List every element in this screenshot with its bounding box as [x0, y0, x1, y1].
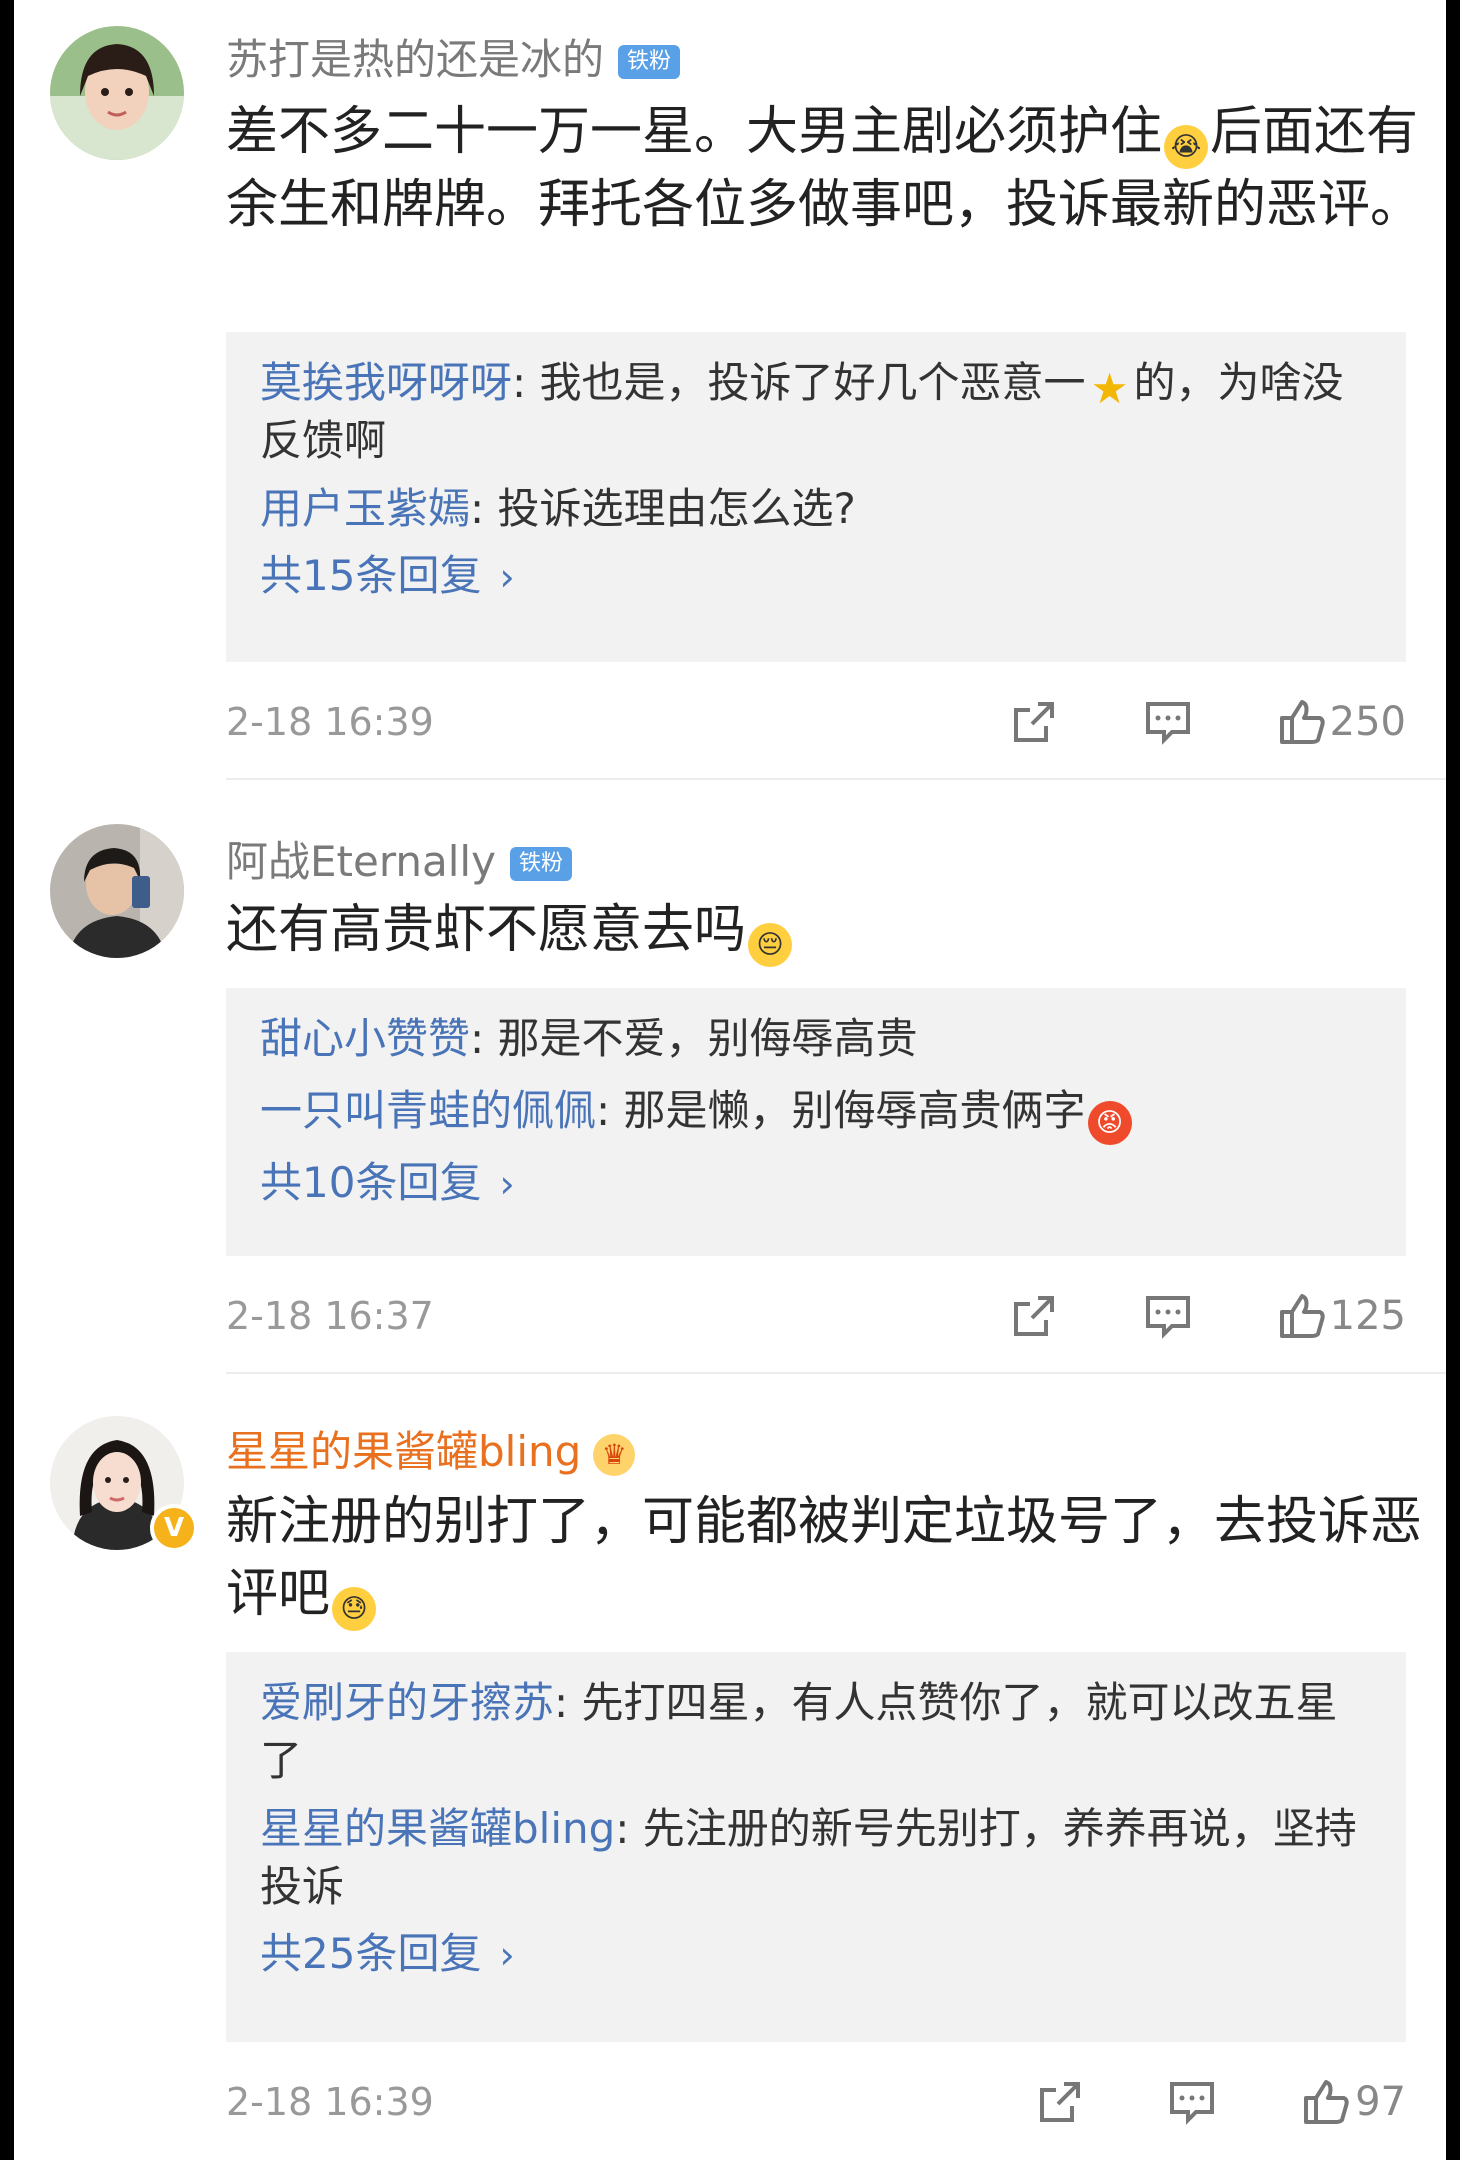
more-replies-link[interactable]: 共15条回复 › [260, 544, 1372, 609]
comment-meta: 2-18 16:39 97 [226, 2072, 1406, 2132]
comment-list: 苏打是热的还是冰的 铁粉 差不多二十一万一星。大男主剧必须护住 😭 后面还有余生和牌牌… [14, 0, 1446, 2160]
reply-box[interactable]: 爱刷牙的牙擦苏: 先打四星，有人点赞你了，就可以改五星了 星星的果酱罐bling… [226, 1652, 1406, 2042]
reply-separator: : [470, 1014, 498, 1063]
more-replies-text[interactable]: 共15条回复 [260, 551, 481, 600]
reply-separator: : [470, 484, 498, 533]
reply-text: 我也是，投诉了好几个恶意一 [539, 358, 1086, 407]
reply-separator: : [596, 1086, 624, 1135]
reply-text: 那是懒，别侮辱高贵俩字 [623, 1086, 1086, 1135]
reply-separator: : [512, 358, 540, 407]
chevron-right-icon: › [499, 555, 515, 599]
reply-box[interactable]: 莫挨我呀呀呀: 我也是，投诉了好几个恶意一 ★ 的，为啥没反馈啊 用户玉紫嫣: 投诉… [226, 332, 1406, 662]
reply-item[interactable]: 莫挨我呀呀呀: 我也是，投诉了好几个恶意一 ★ 的，为啥没反馈啊 [260, 354, 1372, 470]
username-text[interactable]: 星星的果酱罐bling [226, 1427, 581, 1476]
more-replies-link[interactable]: 共25条回复 › [260, 1922, 1372, 1987]
reply-username[interactable]: 莫挨我呀呀呀 [260, 358, 512, 407]
star-icon: ★ [1090, 364, 1129, 413]
reply-username[interactable]: 星星的果酱罐bling [260, 1804, 615, 1853]
reply-item[interactable]: 爱刷牙的牙擦苏: 先打四星，有人点赞你了，就可以改五星了 [260, 1674, 1372, 1790]
reply-username[interactable]: 爱刷牙的牙擦苏 [260, 1678, 554, 1727]
timestamp: 2-18 16:37 [226, 1294, 434, 1338]
like-icon[interactable] [1278, 698, 1326, 746]
like-count: 125 [1329, 1293, 1406, 1339]
like-count: 97 [1355, 2079, 1406, 2125]
username-text[interactable]: 苏打是热的还是冰的 [226, 35, 604, 84]
comment-text: 还有高贵虾不愿意去吗 😔 [226, 894, 1426, 967]
more-replies-text[interactable]: 共25条回复 [260, 1929, 481, 1978]
like-icon[interactable] [1278, 1292, 1326, 1340]
comment-text-part: 还有高贵虾不愿意去吗 [226, 900, 747, 960]
username[interactable]: 阿战Eternally 铁粉 [226, 828, 572, 889]
reply-username[interactable]: 一只叫青蛙的佩佩 [260, 1086, 596, 1135]
reply-username[interactable]: 用户玉紫嫣 [260, 484, 470, 533]
chevron-right-icon: › [499, 1933, 515, 1977]
divider [226, 778, 1446, 780]
timestamp: 2-18 16:39 [226, 700, 434, 744]
divider [226, 1372, 1446, 1374]
reply-separator: : [615, 1804, 643, 1853]
more-replies-link[interactable]: 共10条回复 › [260, 1151, 1372, 1216]
like-icon[interactable] [1302, 2078, 1350, 2126]
username[interactable]: 星星的果酱罐bling ♛ [226, 1418, 636, 1479]
sweat-emoji-icon: 😓 [332, 1587, 377, 1631]
reply-box[interactable]: 甜心小赞赞: 那是不爱，别侮辱高贵 一只叫青蛙的佩佩: 那是懒，别侮辱高贵俩字 😡… [226, 988, 1406, 1256]
comment-icon[interactable] [1144, 1292, 1192, 1340]
comment-text-part: 新注册的别打了，可能都被判定垃圾号了，去投诉恶评吧 [226, 1492, 1423, 1624]
reply-separator: : [554, 1678, 582, 1727]
crown-icon: ♛ [593, 1434, 636, 1476]
reply-text: 投诉选理由怎么选? [497, 484, 856, 533]
reply-item[interactable]: 用户玉紫嫣: 投诉选理由怎么选? [260, 480, 1372, 538]
username[interactable]: 苏打是热的还是冰的 铁粉 [226, 26, 681, 87]
reply-item[interactable]: 一只叫青蛙的佩佩: 那是懒，别侮辱高贵俩字 😡 [260, 1082, 1372, 1145]
username-text[interactable]: 阿战Eternally [226, 837, 496, 886]
comment-text: 差不多二十一万一星。大男主剧必须护住 😭 后面还有余生和牌牌。拜托各位多做事吧，投诉… [226, 96, 1426, 241]
reply-username[interactable]: 甜心小赞赞 [260, 1014, 470, 1063]
reply-text: 那是不爱，别侮辱高贵 [497, 1014, 918, 1063]
fan-badge: 铁粉 [509, 847, 572, 881]
fan-badge: 铁粉 [618, 45, 681, 79]
comment-meta: 2-18 16:37 125 [226, 1286, 1406, 1346]
comment-icon[interactable] [1144, 698, 1192, 746]
verified-badge-icon: V [150, 1504, 198, 1552]
crying-emoji-icon: 😭 [1164, 125, 1209, 169]
timestamp: 2-18 16:39 [226, 2080, 434, 2124]
comment-meta: 2-18 16:39 250 [226, 692, 1406, 752]
sad-emoji-icon: 😔 [748, 923, 793, 967]
avatar[interactable] [50, 824, 184, 958]
share-icon[interactable] [1036, 2078, 1084, 2126]
comment-text-part: 差不多二十一万一星。大男主剧必须护住 [226, 102, 1163, 162]
more-replies-text[interactable]: 共10条回复 [260, 1158, 481, 1207]
reply-item[interactable]: 甜心小赞赞: 那是不爱，别侮辱高贵 [260, 1010, 1372, 1068]
like-count: 250 [1329, 699, 1406, 745]
chevron-right-icon: › [499, 1162, 515, 1206]
share-icon[interactable] [1010, 1292, 1058, 1340]
angry-emoji-icon: 😡 [1087, 1101, 1132, 1145]
share-icon[interactable] [1010, 698, 1058, 746]
avatar[interactable] [50, 26, 184, 160]
comment-icon[interactable] [1168, 2078, 1216, 2126]
reply-item[interactable]: 星星的果酱罐bling: 先注册的新号先别打，养养再说，坚持投诉 [260, 1800, 1372, 1916]
comment-text: 新注册的别打了，可能都被判定垃圾号了，去投诉恶评吧 😓 [226, 1486, 1426, 1631]
